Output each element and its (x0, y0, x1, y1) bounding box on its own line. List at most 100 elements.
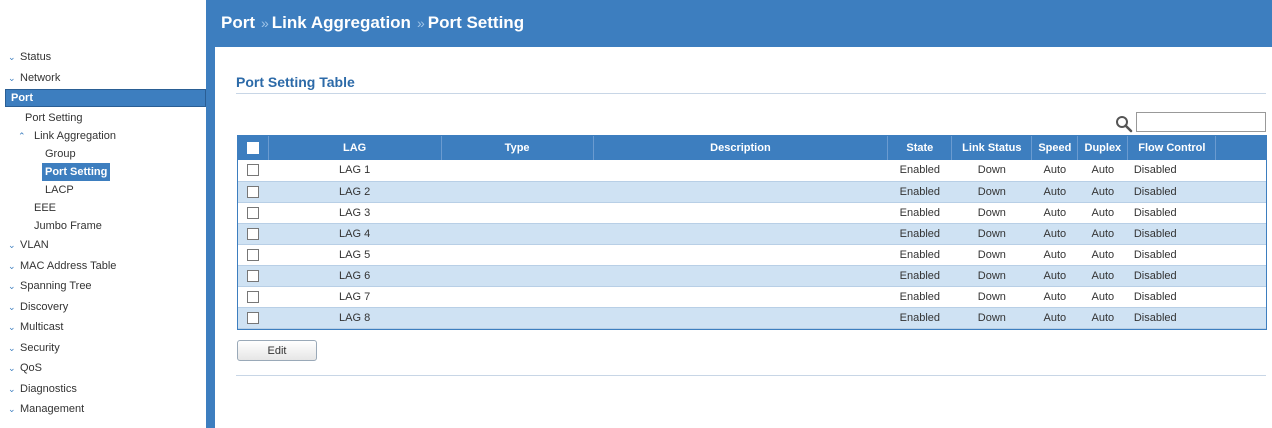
row-checkbox[interactable] (247, 248, 259, 261)
row-select-cell (238, 160, 268, 182)
column-header-type[interactable]: Type (441, 136, 594, 160)
sidebar-item-label: Management (20, 403, 85, 415)
sidebar-item-qos[interactable]: ⌄ QoS (0, 358, 206, 379)
sidebar-item-eee[interactable]: EEE (0, 199, 206, 217)
sidebar-item-lacp[interactable]: LACP (0, 181, 206, 199)
row-select-cell (238, 307, 268, 329)
sidebar-item-network[interactable]: ⌄ Network (0, 68, 206, 89)
cell-description (593, 202, 888, 224)
column-header-state[interactable]: State (887, 136, 953, 160)
row-select-cell (238, 244, 268, 266)
search-input[interactable] (1136, 112, 1266, 132)
cell-link-status: Down (951, 160, 1032, 182)
row-checkbox[interactable] (247, 185, 259, 198)
cell-flow-control: Disabled (1127, 286, 1216, 308)
sidebar-item-status[interactable]: ⌄ Status (0, 47, 206, 68)
page-title: Port Setting Table (236, 74, 355, 90)
cell-flow-control: Disabled (1127, 244, 1216, 266)
breadcrumb-item-link-aggregation[interactable]: Link Aggregation (272, 13, 411, 32)
cell-speed: Auto (1031, 307, 1078, 329)
chevron-down-icon: ⌄ (8, 72, 16, 83)
cell-lag: LAG 6 (268, 265, 442, 287)
row-checkbox[interactable] (247, 269, 259, 282)
cell-link-status: Down (951, 265, 1032, 287)
sidebar-item-label: Security (20, 341, 60, 354)
sidebar-item-port[interactable]: Port (5, 89, 206, 107)
row-select-cell (238, 202, 268, 224)
cell-filler (1215, 181, 1266, 203)
table-header-row: LAG Type Description State Link Status S… (238, 136, 1266, 160)
cell-lag: LAG 7 (268, 286, 442, 308)
sidebar-item-label: Discovery (20, 300, 69, 313)
sidebar-item-label: MAC Address Table (20, 259, 117, 272)
table-row[interactable]: LAG 2 Enabled Down Auto Auto Disabled (238, 181, 1266, 203)
cell-link-status: Down (951, 181, 1032, 203)
select-all-header (238, 136, 269, 160)
cell-duplex: Auto (1077, 307, 1128, 329)
sidebar-item-group[interactable]: Group (0, 145, 206, 163)
table-row[interactable]: LAG 1 Enabled Down Auto Auto Disabled (238, 160, 1266, 182)
sidebar-item-multicast[interactable]: ⌄ Multicast (0, 317, 206, 338)
chevron-down-icon: ⌄ (8, 404, 16, 414)
sidebar-item-jumbo-frame[interactable]: Jumbo Frame (0, 217, 206, 235)
sidebar-item-label: Link Aggregation (34, 130, 116, 142)
sidebar-item-security[interactable]: ⌄ Security (0, 338, 206, 359)
cell-speed: Auto (1031, 265, 1078, 287)
cell-duplex: Auto (1077, 202, 1128, 224)
select-all-checkbox[interactable] (246, 142, 259, 155)
edit-button[interactable]: Edit (237, 340, 317, 361)
cell-flow-control: Disabled (1127, 223, 1216, 245)
sidebar-item-label: Status (20, 51, 52, 63)
sidebar-item-label: Multicast (20, 321, 64, 333)
table-row[interactable]: LAG 4 Enabled Down Auto Auto Disabled (238, 223, 1266, 245)
cell-speed: Auto (1031, 181, 1078, 203)
page-header: Port» Link Aggregation» Port Setting (215, 0, 1272, 47)
sidebar: ⌄ Status ⌄ Network Port Port Setting ⌃ L… (0, 0, 206, 428)
cell-description (593, 265, 888, 287)
sidebar-item-link-aggregation[interactable]: ⌃ Link Aggregation (0, 127, 206, 145)
column-header-speed[interactable]: Speed (1031, 136, 1079, 160)
sidebar-item-vlan[interactable]: ⌄ VLAN (0, 235, 206, 256)
sidebar-item-spanning-tree[interactable]: ⌄ Spanning Tree (0, 276, 206, 297)
row-checkbox[interactable] (247, 227, 259, 240)
table-row[interactable]: LAG 7 Enabled Down Auto Auto Disabled (238, 286, 1266, 308)
cell-speed: Auto (1031, 160, 1078, 182)
search-icon[interactable] (1115, 115, 1133, 133)
cell-lag: LAG 4 (268, 223, 442, 245)
sidebar-item-lag-port-setting[interactable]: Port Setting (0, 163, 206, 181)
sidebar-item-management[interactable]: ⌄ Management (0, 399, 206, 420)
row-checkbox[interactable] (247, 164, 259, 177)
cell-lag: LAG 2 (268, 181, 442, 203)
sidebar-item-label: Jumbo Frame (34, 220, 102, 232)
sidebar-item-label: Spanning Tree (20, 280, 92, 292)
column-header-lag[interactable]: LAG (268, 136, 442, 160)
sidebar-item-diagnostics[interactable]: ⌄ Diagnostics (0, 379, 206, 400)
cell-state: Enabled (887, 223, 952, 245)
bottom-divider (236, 375, 1266, 376)
column-header-flow-control[interactable]: Flow Control (1127, 136, 1217, 160)
row-checkbox[interactable] (247, 206, 259, 219)
cell-type (441, 286, 594, 308)
chevron-down-icon: ⌄ (8, 301, 16, 312)
table-row[interactable]: LAG 8 Enabled Down Auto Auto Disabled (238, 307, 1266, 329)
sidebar-item-discovery[interactable]: ⌄ Discovery (0, 297, 206, 318)
cell-type (441, 265, 594, 287)
column-header-duplex[interactable]: Duplex (1077, 136, 1129, 160)
cell-description (593, 160, 888, 182)
cell-link-status: Down (951, 223, 1032, 245)
column-header-link-status[interactable]: Link Status (951, 136, 1033, 160)
cell-lag: LAG 1 (268, 160, 442, 182)
table-row[interactable]: LAG 6 Enabled Down Auto Auto Disabled (238, 265, 1266, 287)
sidebar-item-port-setting[interactable]: Port Setting (0, 109, 206, 127)
table-row[interactable]: LAG 3 Enabled Down Auto Auto Disabled (238, 202, 1266, 224)
chevron-down-icon: ⌄ (8, 322, 16, 332)
row-checkbox[interactable] (247, 311, 259, 324)
cell-state: Enabled (887, 202, 952, 224)
column-header-description[interactable]: Description (593, 136, 889, 160)
sidebar-item-mac-address-table[interactable]: ⌄ MAC Address Table (0, 256, 206, 277)
table-row[interactable]: LAG 5 Enabled Down Auto Auto Disabled (238, 244, 1266, 266)
sidebar-item-label: EEE (34, 202, 57, 214)
breadcrumb-item-port[interactable]: Port (221, 13, 255, 32)
row-checkbox[interactable] (247, 290, 259, 303)
chevron-down-icon: ⌄ (8, 383, 16, 394)
